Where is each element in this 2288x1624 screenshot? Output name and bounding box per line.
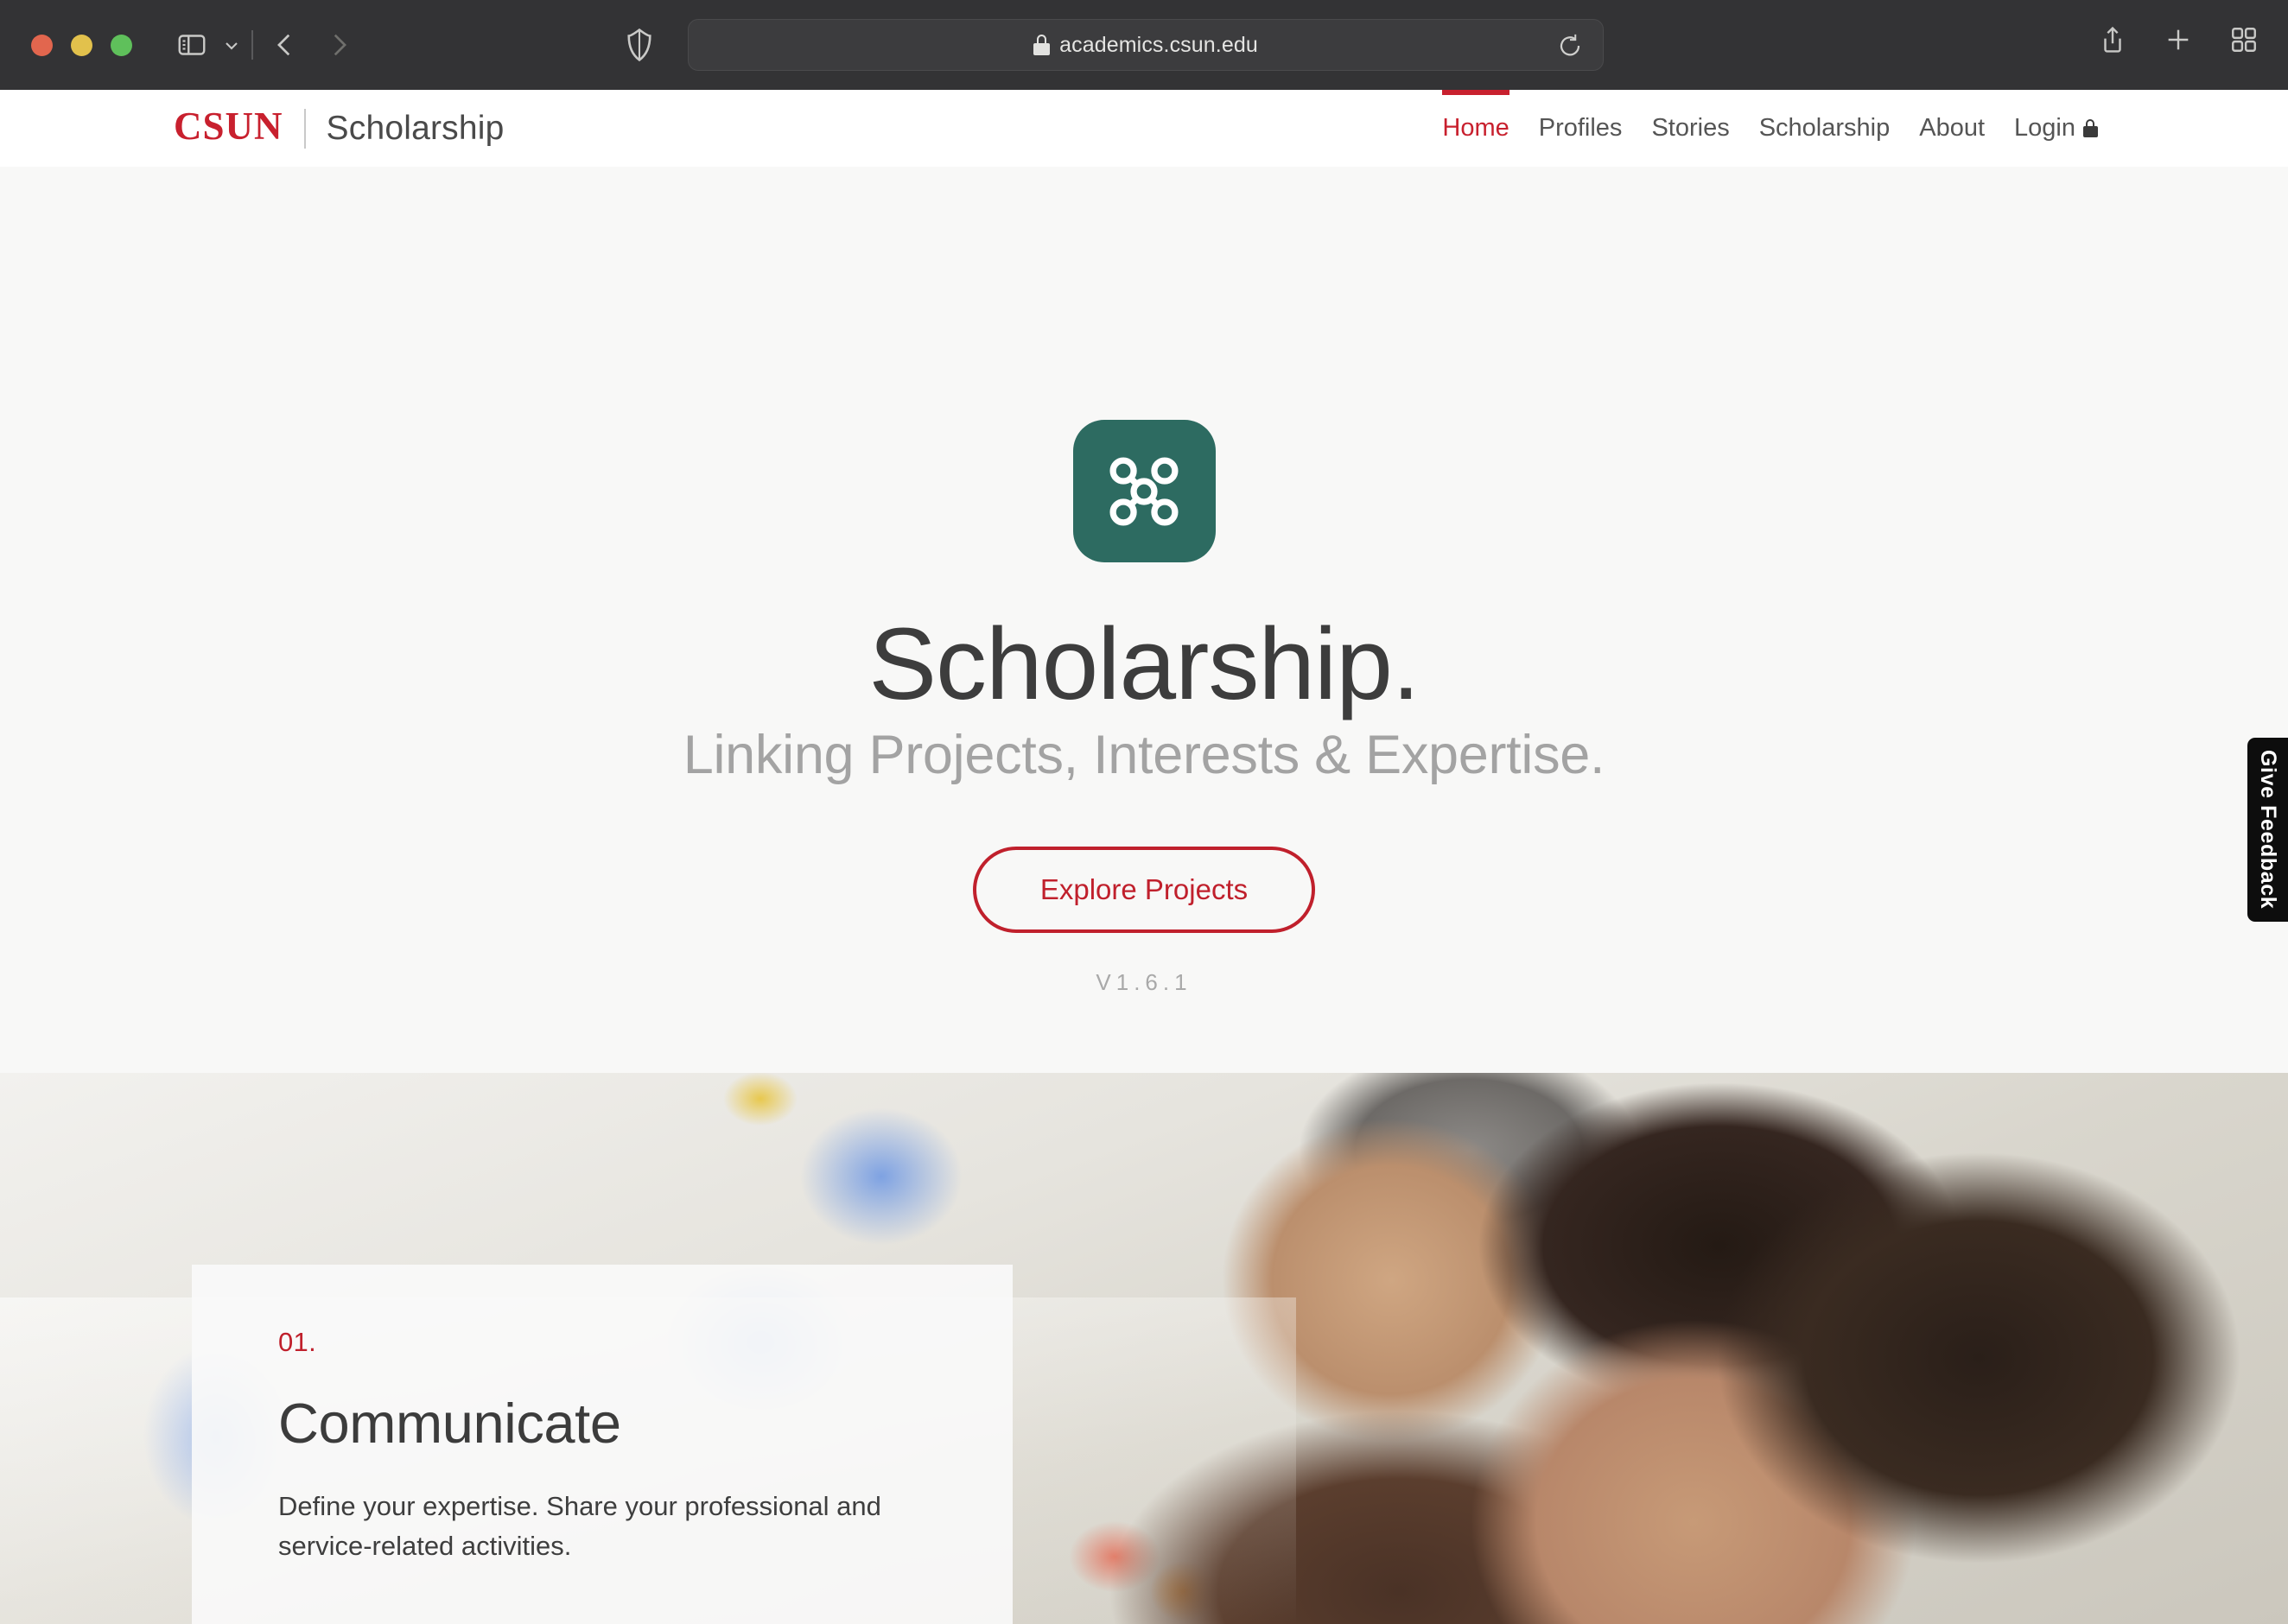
nav-item-about[interactable]: About xyxy=(1904,90,1999,167)
nav-item-profiles[interactable]: Profiles xyxy=(1524,90,1637,167)
give-feedback-tab[interactable]: Give Feedback xyxy=(2247,738,2288,922)
nav-label-stories: Stories xyxy=(1651,114,1730,142)
plus-icon[interactable] xyxy=(2164,25,2193,54)
nav-label-about: About xyxy=(1919,114,1986,142)
reload-icon[interactable] xyxy=(1556,32,1584,60)
page-title: Scholarship. xyxy=(868,607,1420,721)
feature-card-communicate: 01. Communicate Define your expertise. S… xyxy=(192,1265,1013,1624)
sidebar-toggle-icon[interactable] xyxy=(172,25,212,65)
shield-icon[interactable] xyxy=(620,24,658,66)
site-header: CSUN Scholarship Home Profiles Stories S… xyxy=(0,90,2288,167)
browser-chrome: academics.csun.edu xyxy=(0,0,2288,90)
nav-label-scholarship: Scholarship xyxy=(1758,114,1891,142)
give-feedback-label: Give Feedback xyxy=(2256,750,2280,910)
back-arrow-icon[interactable] xyxy=(258,25,312,65)
minimize-window-button[interactable] xyxy=(71,34,92,56)
address-bar[interactable]: academics.csun.edu xyxy=(688,19,1604,71)
zoom-window-button[interactable] xyxy=(111,34,132,56)
nav-item-home[interactable]: Home xyxy=(1427,90,1523,167)
tab-grid-icon[interactable] xyxy=(2229,25,2259,54)
csun-wordmark: CSUN xyxy=(174,105,283,148)
forward-arrow-icon[interactable] xyxy=(312,25,365,65)
brand-logo[interactable]: CSUN Scholarship xyxy=(174,90,505,167)
brand-divider xyxy=(303,108,306,149)
brand-subtitle: Scholarship xyxy=(326,109,505,147)
explore-projects-button[interactable]: Explore Projects xyxy=(973,846,1315,933)
browser-left-toolbar xyxy=(172,25,365,65)
url-text: academics.csun.edu xyxy=(1059,32,1258,57)
lock-icon xyxy=(1033,35,1051,55)
page-viewport: CSUN Scholarship Home Profiles Stories S… xyxy=(0,90,2288,1624)
nav-item-stories[interactable]: Stories xyxy=(1637,90,1744,167)
toolbar-divider xyxy=(251,30,253,60)
feature-card-title: Communicate xyxy=(278,1392,621,1455)
page-subtitle: Linking Projects, Interests & Expertise. xyxy=(683,724,1605,785)
chevron-down-icon[interactable] xyxy=(217,25,246,65)
share-icon[interactable] xyxy=(2098,22,2127,57)
window-traffic-lights xyxy=(31,34,132,56)
feature-photo-section: 01. Communicate Define your expertise. S… xyxy=(0,1073,2288,1624)
nav-label-profiles: Profiles xyxy=(1538,114,1623,142)
nav-item-scholarship[interactable]: Scholarship xyxy=(1745,90,1905,167)
feature-card-body: Define your expertise. Share your profes… xyxy=(278,1491,881,1561)
close-window-button[interactable] xyxy=(31,34,53,56)
nav-label-home: Home xyxy=(1442,114,1509,142)
lock-icon xyxy=(2083,119,2098,137)
hero-section: Scholarship. Linking Projects, Interests… xyxy=(0,167,2288,1073)
nav-label-login: Login xyxy=(2014,114,2075,142)
browser-right-toolbar xyxy=(2098,22,2259,57)
site-navigation: Home Profiles Stories Scholarship About … xyxy=(1427,90,2113,167)
network-graph-icon xyxy=(1072,420,1216,562)
nav-item-login[interactable]: Login xyxy=(1999,90,2113,167)
feature-card-number: 01. xyxy=(278,1327,316,1357)
version-label: V1.6.1 xyxy=(1096,968,1192,995)
